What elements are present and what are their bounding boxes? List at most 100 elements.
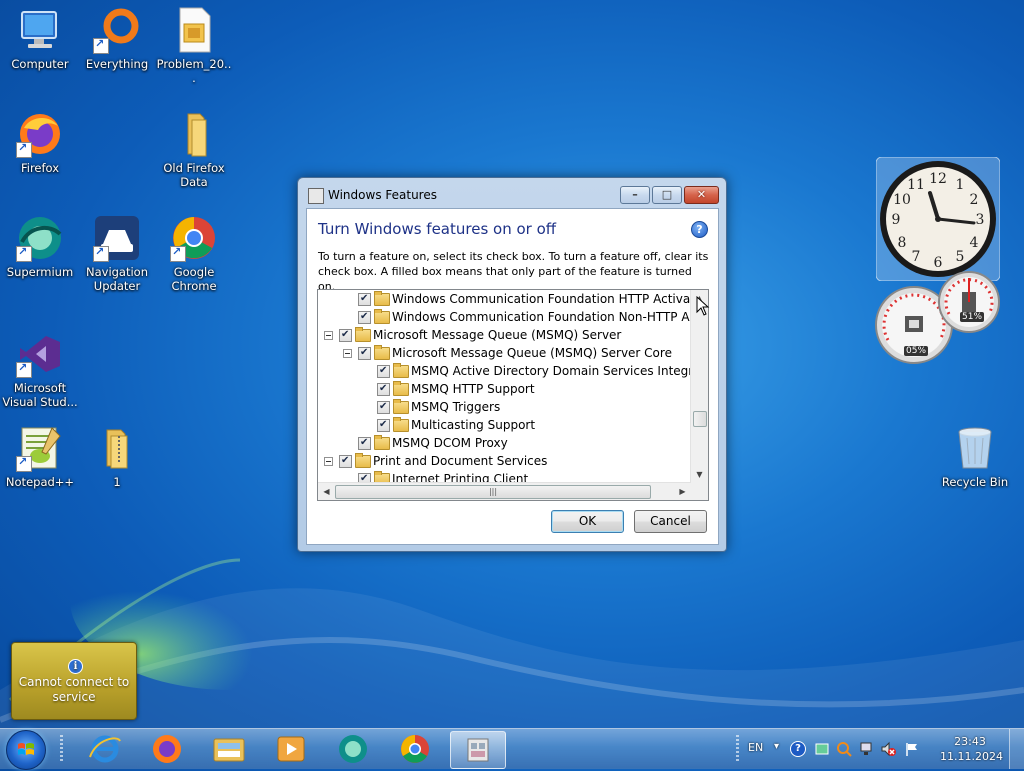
memory-usage-value: 51% (960, 312, 985, 322)
keyboard-options-icon[interactable]: ▾ (774, 741, 790, 757)
title-bar[interactable]: Windows Features – □ ✕ (298, 178, 726, 208)
maximize-button[interactable]: □ (652, 186, 682, 204)
taskbar-internet-explorer[interactable] (78, 731, 132, 767)
collapse-icon[interactable] (343, 349, 352, 358)
dialog-heading: Turn Windows features on or off (318, 220, 557, 238)
checkbox[interactable] (358, 434, 371, 452)
desktop-icon-label: Old Firefox Data (163, 161, 225, 189)
desktop-icon-supermium[interactable]: Supermium (2, 214, 78, 279)
folder-icon (374, 291, 390, 306)
minimize-button[interactable]: – (620, 186, 650, 204)
tree-item-label: MSMQ HTTP Support (411, 382, 535, 396)
windows-features-dialog[interactable]: Windows Features – □ ✕ Turn Windows feat… (297, 177, 727, 552)
desktop-icon-google-chrome[interactable]: Google Chrome (156, 214, 232, 293)
svg-text:5: 5 (956, 249, 965, 265)
shortcut-arrow-icon (93, 245, 109, 262)
checkbox[interactable] (377, 398, 390, 416)
desktop-icon-everything[interactable]: Everything (79, 6, 155, 71)
desktop-icon-label: Notepad++ (5, 475, 75, 489)
media-player-icon (277, 736, 305, 762)
folder-icon (393, 363, 409, 378)
taskbar-supermium[interactable] (326, 731, 380, 767)
shortcut-arrow-icon (16, 141, 32, 158)
dialog-description: To turn a feature on, select its check b… (318, 250, 709, 293)
zip-folder-icon (93, 424, 141, 472)
internet-explorer-icon (89, 735, 121, 763)
taskbar-firefox[interactable] (140, 731, 194, 767)
weather-gadget-notification[interactable]: i Cannot connect to service (11, 642, 137, 720)
checkbox[interactable] (358, 344, 371, 362)
folder-icon (374, 345, 390, 360)
show-desktop-button[interactable] (1009, 729, 1024, 769)
cancel-button[interactable]: Cancel (634, 510, 707, 533)
search-tray-icon[interactable] (836, 741, 852, 757)
desktop-icon-label: Firefox (20, 161, 60, 175)
desktop-icon-notepad-plus-plus[interactable]: Notepad++ (2, 424, 78, 489)
checkbox[interactable] (377, 380, 390, 398)
start-button[interactable] (6, 730, 46, 770)
action-center-flag-icon[interactable] (904, 741, 920, 757)
tree-item-label: Microsoft Message Queue (MSMQ) Server Co… (392, 346, 672, 360)
desktop-icon-recycle-bin[interactable]: Recycle Bin (937, 424, 1013, 489)
svg-text:11: 11 (907, 177, 925, 193)
help-icon[interactable]: ? (691, 221, 708, 238)
horizontal-scrollbar[interactable]: ◀ ||| ▶ (318, 482, 691, 500)
checkbox[interactable] (377, 362, 390, 380)
desktop-icon-visual-studio[interactable]: Microsoft Visual Stud... (2, 330, 78, 409)
shortcut-arrow-icon (170, 245, 186, 262)
desktop-icon-folder-1[interactable]: 1 (79, 424, 155, 489)
tree-item-label: MSMQ Active Directory Domain Services In… (411, 364, 709, 378)
checkbox[interactable] (339, 452, 352, 470)
tray-grip[interactable] (736, 735, 739, 763)
desktop-icon-firefox[interactable]: Firefox (2, 110, 78, 175)
collapse-icon[interactable] (324, 457, 333, 466)
taskbar-chrome[interactable] (388, 731, 442, 767)
mouse-cursor-icon (696, 296, 710, 316)
desktop-icon-label: Microsoft Visual Stud... (2, 381, 78, 409)
vertical-scrollbar[interactable]: ▲ ▼ (690, 290, 708, 483)
taskbar-media-player[interactable] (264, 731, 318, 767)
ok-button[interactable]: OK (551, 510, 624, 533)
clock-gadget[interactable]: 12 3 6 9 12 45 7 8 10 11 (875, 156, 1001, 282)
tray-date: 11.11.2024 (940, 750, 1003, 763)
scroll-left-arrow-icon[interactable]: ◀ (318, 483, 335, 500)
folder-icon (374, 435, 390, 450)
checkbox[interactable] (377, 416, 390, 434)
desktop-icon-navigation-updater[interactable]: Navigation Updater (79, 214, 155, 293)
network-icon[interactable] (858, 741, 874, 757)
close-button[interactable]: ✕ (684, 186, 719, 204)
checkbox[interactable] (358, 290, 371, 308)
desktop-icon-old-firefox-data[interactable]: Old Firefox Data (156, 110, 232, 189)
shortcut-arrow-icon (93, 37, 109, 54)
scroll-right-arrow-icon[interactable]: ▶ (674, 483, 691, 500)
volume-muted-icon[interactable] (880, 741, 896, 757)
taskbar-grip[interactable] (60, 735, 63, 763)
tray-time: 23:43 (954, 735, 986, 748)
desktop-icon-computer[interactable]: Computer (2, 6, 78, 71)
taskbar-windows-features[interactable] (450, 731, 506, 769)
taskbar-explorer[interactable] (202, 731, 256, 767)
scroll-down-arrow-icon[interactable]: ▼ (691, 466, 708, 483)
help-tray-icon[interactable]: ? (790, 741, 806, 757)
features-tree[interactable]: Windows Communication Foundation HTTP Ac… (317, 289, 709, 501)
horizontal-scroll-thumb[interactable]: ||| (335, 485, 651, 499)
cpu-meter-gadget[interactable]: 05% 51% (874, 270, 1000, 365)
clock-face-icon: 12 3 6 9 12 45 78 1011 (875, 156, 1001, 282)
windows-features-icon (467, 738, 489, 762)
notification-text: Cannot connect to service (18, 675, 130, 704)
checkbox[interactable] (339, 326, 352, 344)
supermium-icon (339, 735, 367, 763)
folder-icon (393, 417, 409, 432)
desktop-icon-label: Problem_20... (156, 57, 232, 85)
tray-app-icon[interactable] (814, 741, 830, 757)
clock-area[interactable]: 23:43 11.11.2024 (940, 734, 1003, 764)
language-indicator[interactable]: EN (748, 741, 763, 754)
desktop-icon-problem-file[interactable]: Problem_20... (156, 6, 232, 85)
vertical-scroll-thumb[interactable] (693, 411, 707, 427)
svg-text:10: 10 (893, 192, 911, 208)
checkbox[interactable] (358, 308, 371, 326)
collapse-icon[interactable] (324, 331, 333, 340)
folder-icon (393, 399, 409, 414)
file-explorer-icon (213, 738, 245, 762)
window-title: Windows Features (328, 188, 437, 202)
